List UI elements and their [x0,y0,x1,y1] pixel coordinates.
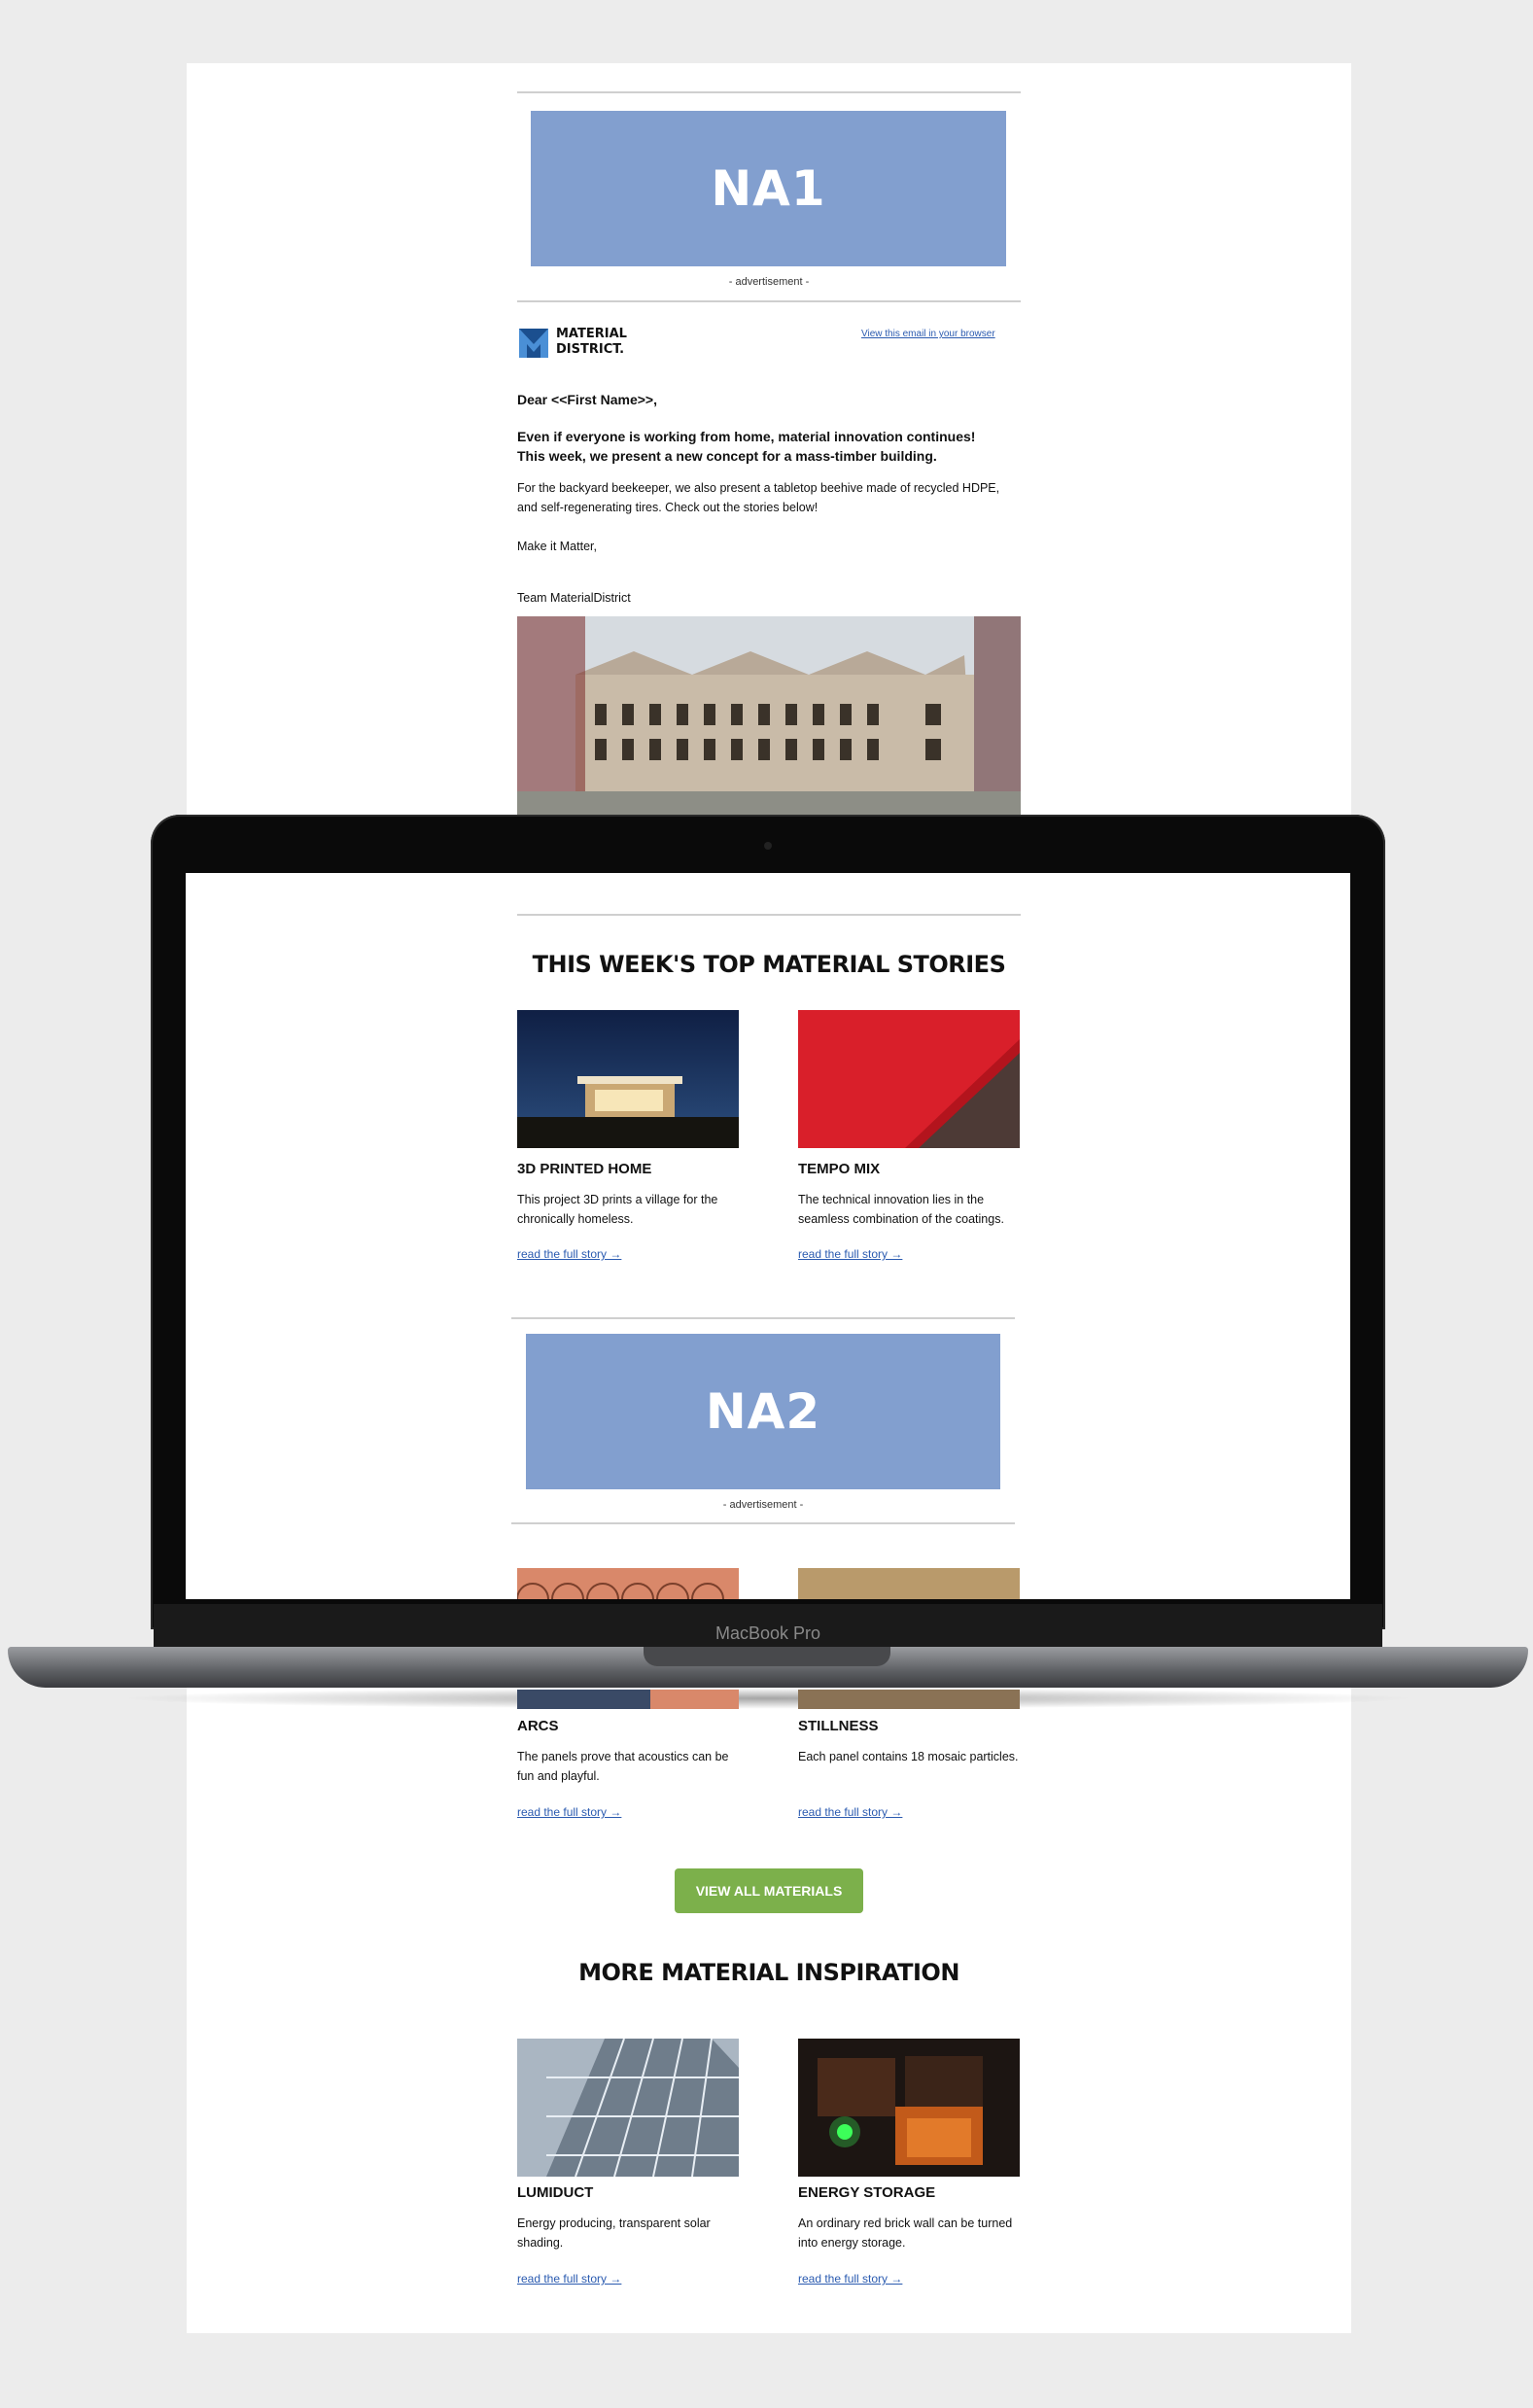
view-in-browser-link[interactable]: View this email in your browser [861,329,995,339]
story-image-energy-storage[interactable] [798,2039,1020,2177]
story-image-stillness-bottom[interactable] [798,1690,1020,1709]
top-stories-heading: THIS WEEK'S TOP MATERIAL STORIES [532,951,1006,978]
laptop-brand-label: MacBook Pro [714,1623,821,1643]
hero-building-illustration [517,616,1021,815]
story-image-3d-printed-home[interactable] [517,1010,739,1148]
story-description: This project 3D prints a village for the… [517,1193,718,1226]
story-description: The technical innovation lies in the sea… [798,1193,1004,1226]
story-image-lumiduct[interactable] [517,2039,739,2177]
signoff: Make it Matter, [517,540,597,553]
story-title: ENERGY STORAGE [798,2184,936,2201]
story-title: LUMIDUCT [517,2184,594,2201]
ad-banner-na2[interactable]: NA2 [526,1334,1000,1489]
headline-1: Even if everyone is working from home, m… [517,429,976,444]
read-story-link[interactable]: read the full story → [517,1247,621,1261]
story-description: The panels prove that acoustics can be f… [517,1750,729,1783]
story-title: TEMPO MIX [798,1161,881,1177]
logo[interactable]: MATERIAL DISTRICT. [519,327,636,362]
advertisement-note: - advertisement - [722,1499,804,1511]
divider [517,91,1021,93]
brick-battery-illustration [798,2039,1020,2177]
story-title: ARCS [517,1718,559,1734]
divider [511,1522,1015,1524]
story-image-arcs-bottom[interactable] [517,1690,739,1709]
ad-banner-na1[interactable]: NA1 [531,111,1006,266]
headline-2: This week, we present a new concept for … [517,448,937,464]
divider [511,1317,1015,1319]
glass-facade-illustration [517,2039,739,2177]
divider [517,914,1021,916]
story-image-stillness-top[interactable] [798,1568,1020,1599]
story-description: Each panel contains 18 mosaic particles. [798,1750,1019,1763]
laptop-shadow [117,1688,1419,1709]
story-description: An ordinary red brick wall can be turned… [798,2216,1013,2250]
story-image-tempo-mix[interactable] [798,1010,1020,1148]
read-story-link[interactable]: read the full story → [517,2272,621,2286]
hero-mass-timber-image[interactable] [517,616,1021,815]
material-district-logo-icon [519,329,548,358]
story-title: STILLNESS [798,1718,879,1734]
camera-icon [764,842,772,850]
divider [517,300,1021,302]
laptop-opening-notch [644,1647,890,1666]
view-all-materials-button[interactable]: VIEW ALL MATERIALS [675,1868,863,1913]
team-signature: Team MaterialDistrict [517,591,631,605]
read-story-link[interactable]: read the full story → [798,1247,902,1261]
read-story-link[interactable]: read the full story → [517,1805,621,1819]
story-image-arcs-top[interactable] [517,1568,739,1599]
laptop-screen: THIS WEEK'S TOP MATERIAL STORIES 3D PRIN… [186,873,1350,1599]
arc-pattern-illustration [517,1568,739,1599]
red-fabric-illustration [798,1010,1020,1148]
story-title: 3D PRINTED HOME [517,1161,652,1177]
read-story-link[interactable]: read the full story → [798,2272,902,2286]
night-house-illustration [517,1010,739,1148]
greeting: Dear <<First Name>>, [517,392,657,407]
story-description: Energy producing, transparent solar shad… [517,2216,711,2250]
inspiration-heading: MORE MATERIAL INSPIRATION [578,1959,959,1986]
intro-body: For the backyard beekeeper, we also pres… [517,481,1000,514]
advertisement-note: - advertisement - [728,276,810,288]
read-story-link[interactable]: read the full story → [798,1805,902,1819]
